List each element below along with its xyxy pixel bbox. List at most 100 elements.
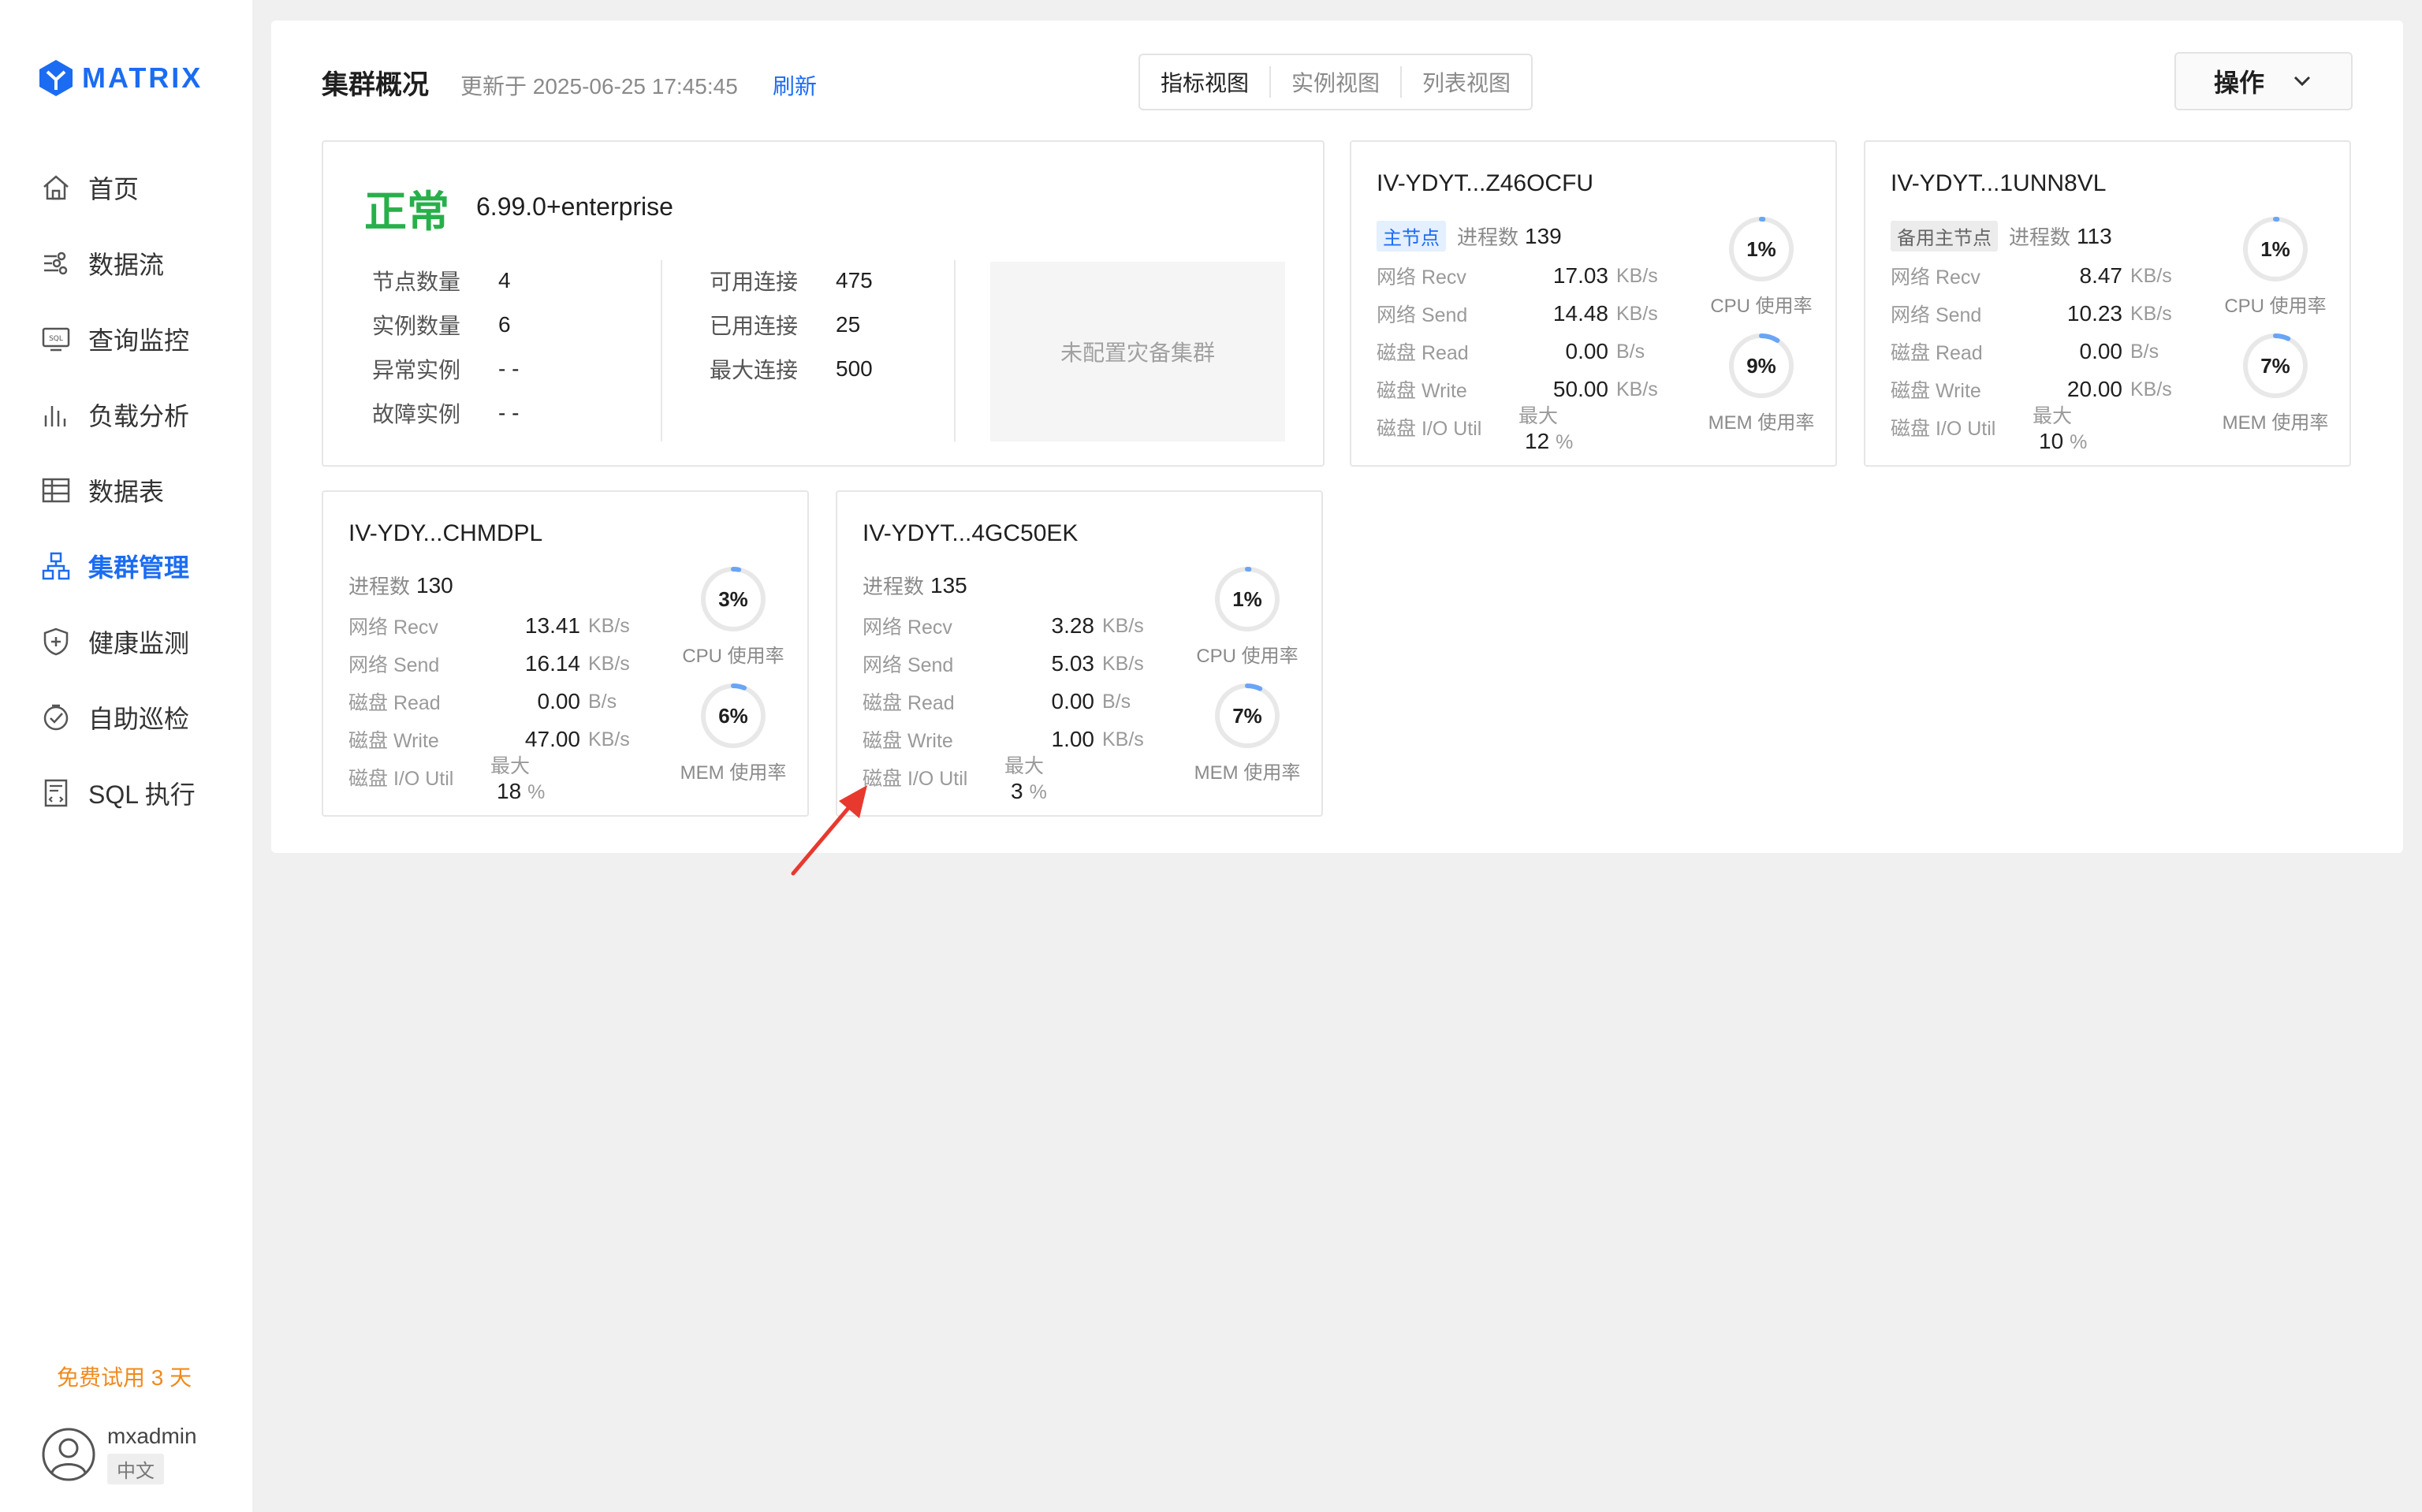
metric-unit: KB/s — [1102, 652, 1144, 675]
user-menu[interactable]: mxadmin 中文 — [41, 1424, 197, 1484]
refresh-link[interactable]: 刷新 — [773, 69, 817, 101]
metric-unit: KB/s — [588, 652, 630, 675]
stat-row: 可用连接 475 — [710, 259, 873, 303]
cluster-overview-panel: 集群概况 更新于 2025-06-25 17:45:45 刷新 指标视图 实例视… — [271, 20, 2403, 853]
node-metrics: 网络 Recv 8.47 KB/s 网络 Send 10.23 KB/s 磁盘 … — [1891, 257, 2172, 453]
cluster-icon — [39, 549, 73, 583]
sql-monitor-icon: SQL — [39, 322, 73, 356]
node-card[interactable]: IV-YDY...CHMDPL 进程数 130 网络 Recv 13.41 KB… — [322, 490, 809, 817]
tab-metrics-view[interactable]: 指标视图 — [1140, 66, 1269, 98]
inspection-icon — [39, 701, 73, 734]
metric-unit: KB/s — [1102, 728, 1144, 750]
mem-gauge: 9% MEM 使用率 — [1698, 330, 1824, 434]
sidebar-item-label: 集群管理 — [88, 553, 190, 582]
metric-value: 8.47 — [2079, 263, 2123, 288]
io-max-label: 最大 — [1004, 755, 1045, 777]
io-util-value: 3 — [1011, 779, 1023, 803]
stat-value: 25 — [836, 312, 861, 337]
sidebar-item-dataflow[interactable]: 数据流 — [0, 225, 252, 301]
cluster-status: 正常 — [364, 188, 449, 236]
cpu-gauge-ring: 1% — [1215, 567, 1280, 631]
metric-value: 17.03 — [1552, 263, 1608, 288]
metric-label: 磁盘 I/O Util — [1891, 418, 1996, 440]
view-switcher: 指标视图 实例视图 列表视图 — [1138, 54, 1533, 110]
sidebar-item-home[interactable]: 首页 — [0, 150, 252, 225]
cpu-gauge-value: 3% — [718, 587, 748, 611]
metric-unit: KB/s — [588, 728, 630, 750]
metric-row-io: 磁盘 I/O Util 最大18% — [348, 755, 545, 803]
mem-gauge-label: MEM 使用率 — [1708, 412, 1815, 434]
user-name: mxadmin — [107, 1424, 197, 1448]
process-count: 139 — [1525, 223, 1562, 248]
io-max-label: 最大 — [2033, 405, 2073, 427]
metric-unit: KB/s — [2130, 264, 2172, 287]
tab-list-view[interactable]: 列表视图 — [1400, 66, 1531, 98]
metric-value: 0.00 — [537, 689, 581, 713]
bar-chart-icon — [39, 398, 73, 431]
stat-row: 已用连接 25 — [710, 303, 873, 347]
sql-file-icon — [39, 776, 73, 810]
cpu-gauge-label: CPU 使用率 — [2224, 296, 2327, 317]
operations-button[interactable]: 操作 — [2174, 52, 2353, 110]
metric-unit: B/s — [2130, 340, 2159, 363]
sidebar-item-label: 自助巡检 — [88, 705, 190, 733]
node-meta: 进程数 130 — [348, 571, 453, 600]
mem-gauge-value: 6% — [718, 704, 748, 728]
node-metrics: 网络 Recv 17.03 KB/s 网络 Send 14.48 KB/s 磁盘… — [1377, 257, 1658, 453]
node-card[interactable]: IV-YDYT...Z46OCFU 主节点 进程数 139 网络 Recv 17… — [1350, 140, 1837, 467]
io-util: 最大10% — [2033, 400, 2087, 454]
brand-name: MATRIX — [82, 61, 203, 94]
metric-row-send: 网络 Send 16.14 KB/s — [348, 645, 630, 683]
sidebar-item-label: 数据表 — [88, 478, 165, 506]
node-role-tag: 备用主节点 — [1891, 221, 1998, 251]
logo[interactable]: MATRIX — [36, 58, 203, 98]
matrix-logo-icon — [39, 60, 73, 96]
stat-label: 实例数量 — [372, 314, 461, 338]
io-unit: % — [1556, 431, 1574, 453]
sidebar-item-sql-exec[interactable]: SQL 执行 — [0, 755, 252, 831]
cluster-version: 6.99.0+enterprise — [476, 192, 673, 221]
mem-gauge-value: 9% — [1746, 354, 1776, 378]
process-label: 进程数 — [2009, 225, 2071, 249]
stat-value: 475 — [836, 268, 873, 292]
sidebar-item-inspection[interactable]: 自助巡检 — [0, 680, 252, 755]
sidebar-item-query-monitor[interactable]: SQL 查询监控 — [0, 301, 252, 377]
io-util-value: 10 — [2039, 429, 2064, 453]
sidebar-item-load-analysis[interactable]: 负载分析 — [0, 377, 252, 452]
shield-icon — [39, 625, 73, 658]
cpu-gauge-label: CPU 使用率 — [1196, 646, 1299, 667]
metric-unit: KB/s — [588, 614, 630, 637]
node-name: IV-YDYT...4GC50EK — [863, 520, 1079, 546]
svg-text:SQL: SQL — [49, 335, 63, 343]
mem-gauge: 7% MEM 使用率 — [1184, 680, 1310, 784]
node-name: IV-YDY...CHMDPL — [348, 520, 543, 546]
io-util: 最大12% — [1518, 400, 1573, 454]
io-util: 最大3% — [1004, 750, 1047, 804]
disaster-recovery-placeholder[interactable]: 未配置灾备集群 — [990, 262, 1285, 441]
metric-row-recv: 网络 Recv 8.47 KB/s — [1891, 257, 2172, 295]
node-card[interactable]: IV-YDYT...4GC50EK 进程数 135 网络 Recv 3.28 K… — [836, 490, 1323, 817]
mem-gauge-ring: 7% — [2243, 333, 2308, 398]
node-meta: 备用主节点 进程数 113 — [1891, 221, 2112, 251]
sidebar-nav: 首页 数据流 SQL 查询监控 负载分析 数据表 集群管理 健康监测 自助巡检 … — [0, 150, 252, 831]
node-metrics: 网络 Recv 3.28 KB/s 网络 Send 5.03 KB/s 磁盘 R… — [863, 607, 1144, 803]
stat-row: 异常实例 - - — [372, 347, 519, 391]
trial-notice[interactable]: 免费试用 3 天 — [57, 1361, 192, 1392]
page-title: 集群概况 — [322, 70, 429, 100]
cpu-gauge: 3% CPU 使用率 — [670, 563, 796, 668]
sidebar-item-cluster[interactable]: 集群管理 — [0, 528, 252, 604]
metric-unit: KB/s — [1616, 378, 1658, 400]
process-label: 进程数 — [1457, 225, 1519, 249]
stat-label: 最大连接 — [710, 358, 799, 382]
node-card[interactable]: IV-YDYT...1UNN8VL 备用主节点 进程数 113 网络 Recv … — [1864, 140, 2351, 467]
metric-value: 0.00 — [2079, 339, 2123, 363]
node-stats: 节点数量 4 实例数量 6 异常实例 - - 故障实例 - - — [372, 259, 519, 435]
divider — [661, 260, 662, 441]
sidebar-item-health[interactable]: 健康监测 — [0, 604, 252, 680]
mem-gauge: 7% MEM 使用率 — [2212, 330, 2338, 434]
tab-instance-view[interactable]: 实例视图 — [1269, 66, 1400, 98]
metric-row-send: 网络 Send 10.23 KB/s — [1891, 295, 2172, 333]
language-badge[interactable]: 中文 — [107, 1454, 164, 1484]
sidebar-item-tables[interactable]: 数据表 — [0, 452, 252, 528]
metric-row-read: 磁盘 Read 0.00 B/s — [1891, 333, 2159, 371]
